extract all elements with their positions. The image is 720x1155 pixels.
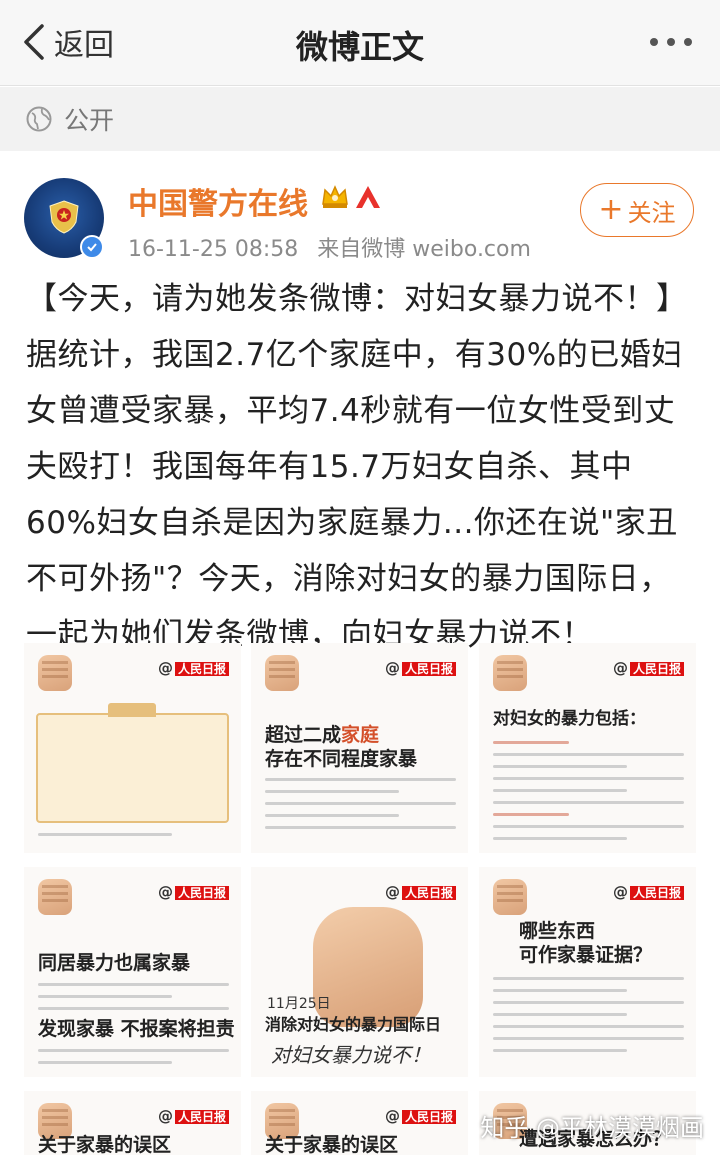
post-source[interactable]: 来自微博 weibo.com <box>317 237 531 262</box>
brand-logo: @ 人民日报 <box>385 659 456 677</box>
fist-icon <box>493 655 527 691</box>
zhihu-watermark: 知乎 @平林漠漠烟画 <box>480 1114 704 1142</box>
image-slogan: 对妇女暴力说不！ <box>271 1043 431 1067</box>
dot-icon <box>667 38 675 46</box>
chevron-left-icon <box>24 24 44 60</box>
image-heading: 关于家暴的误区 <box>38 1134 172 1155</box>
back-label: 返回 <box>54 28 114 63</box>
image-date: 11月25日 <box>267 996 331 1012</box>
image-thumbnail[interactable]: @ 人民日报 同居暴力也属家暴 发现家暴 不报案将担责 <box>24 867 241 1077</box>
brand-logo: @ 人民日报 <box>158 883 229 901</box>
member-badge-icon <box>356 186 380 208</box>
image-thumbnail[interactable]: @ 人民日报 11月25日 消除对妇女的暴力国际日 对妇女暴力说不！ <box>251 867 468 1077</box>
image-thumbnail[interactable]: @ 人民日报 <box>24 643 241 853</box>
image-heading: 发现家暴 不报案将担责 <box>38 1018 235 1040</box>
image-heading: 关于家暴的误区 <box>265 1134 399 1155</box>
more-options-button[interactable] <box>650 38 692 46</box>
image-heading: 消除对妇女的暴力国际日 <box>265 1015 442 1034</box>
image-thumbnail[interactable]: @ 人民日报 超过二成家庭 存在不同程度家暴 <box>251 643 468 853</box>
navigation-bar: 返回 微博正文 <box>0 0 720 86</box>
weibo-post: 中国警方在线 16-11-25 08:58 来自微博 weibo.com + 关… <box>0 151 720 1155</box>
fist-icon <box>38 879 72 915</box>
follow-label: 关注 <box>627 198 676 227</box>
visibility-bar: 公开 <box>0 87 720 151</box>
visibility-label: 公开 <box>64 106 115 135</box>
dot-icon <box>684 38 692 46</box>
image-thumbnail[interactable]: @ 人民日报 关于家暴的误区 <box>251 1091 468 1155</box>
quote-frame <box>36 703 229 823</box>
image-thumbnail[interactable]: @ 人民日报 哪些东西 可作家暴证据？ <box>479 867 696 1077</box>
brand-logo: @ 人民日报 <box>385 883 456 901</box>
post-meta: 16-11-25 08:58 来自微博 weibo.com <box>128 231 531 263</box>
brand-logo: @ 人民日报 <box>158 659 229 677</box>
image-thumbnail[interactable]: @ 人民日报 关于家暴的误区 <box>24 1091 241 1155</box>
fist-icon <box>265 655 299 691</box>
globe-icon <box>26 106 52 132</box>
brand-logo: @ 人民日报 <box>613 659 684 677</box>
image-heading: 同居暴力也属家暴 <box>38 952 191 974</box>
plus-icon: + <box>598 192 624 227</box>
police-emblem-icon <box>49 200 79 234</box>
brand-logo: @ 人民日报 <box>385 1107 456 1125</box>
image-thumbnail[interactable]: @ 人民日报 对妇女的暴力包括： <box>479 643 696 853</box>
post-content: 【今天，请为她发条微博：对妇女暴力说不！】据统计，我国2.7亿个家庭中，有30%… <box>26 281 688 653</box>
post-time: 16-11-25 08:58 <box>128 237 299 262</box>
fist-icon <box>493 879 527 915</box>
follow-button[interactable]: + 关注 <box>580 183 694 237</box>
dot-icon <box>650 38 658 46</box>
verified-badge-icon <box>80 235 104 259</box>
image-heading: 对妇女的暴力包括： <box>493 709 646 729</box>
brand-logo: @ 人民日报 <box>613 883 684 901</box>
username[interactable]: 中国警方在线 <box>128 179 308 223</box>
fist-icon <box>38 655 72 691</box>
image-heading: 哪些东西 可作家暴证据？ <box>519 920 653 966</box>
brand-logo: @ 人民日报 <box>158 1107 229 1125</box>
vip-crown-icon <box>322 185 348 208</box>
image-heading: 超过二成家庭 存在不同程度家暴 <box>265 724 418 770</box>
back-button[interactable]: 返回 <box>22 20 114 64</box>
